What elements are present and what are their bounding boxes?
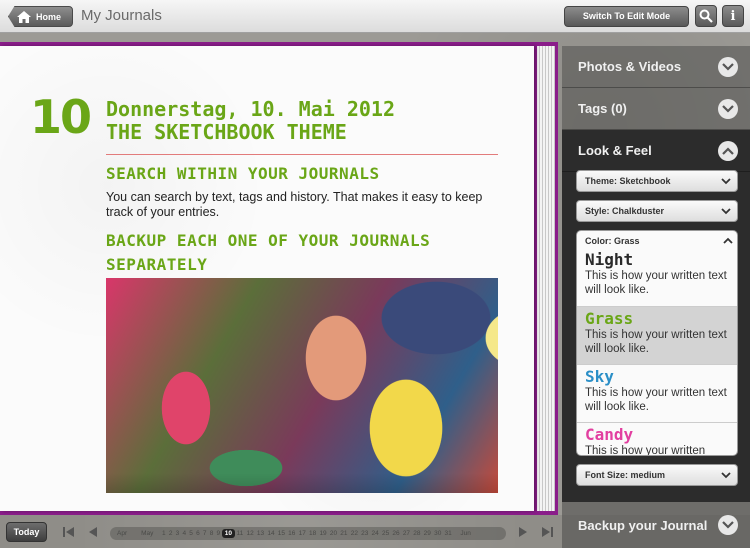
timeline-day[interactable]: 1 <box>160 530 167 537</box>
timeline-day[interactable]: 11 <box>235 530 245 537</box>
timeline-day[interactable]: 29 <box>422 530 432 537</box>
info-button[interactable]: i <box>722 5 744 27</box>
timeline-day[interactable]: 8 <box>208 530 215 537</box>
timeline-day[interactable]: 30 <box>432 530 442 537</box>
home-button-label: Home <box>36 11 62 22</box>
timeline-day[interactable]: 24 <box>370 530 380 537</box>
color-select-list[interactable]: Color: Grass Night This is how your writ… <box>576 230 738 456</box>
page-edges <box>537 46 555 511</box>
skip-forward-icon[interactable] <box>540 525 554 539</box>
backup-journal-section[interactable]: Backup your Journal <box>562 502 750 548</box>
color-option-grass[interactable]: Grass This is how your written text will… <box>577 306 737 364</box>
search-icon <box>699 9 713 23</box>
color-option-name: Sky <box>585 367 614 386</box>
timeline-day[interactable]: 4 <box>181 530 188 537</box>
timeline-day[interactable]: 3 <box>174 530 181 537</box>
color-option-night[interactable]: Night This is how your written text will… <box>577 248 737 306</box>
timeline-day[interactable]: 22 <box>349 530 359 537</box>
chevron-down-icon[interactable] <box>718 99 738 119</box>
tags-section[interactable]: Tags (0) <box>562 88 750 130</box>
backup-journal-label: Backup your Journal <box>578 517 708 533</box>
chevron-up-icon <box>723 237 733 244</box>
photos-videos-section[interactable]: Photos & Videos <box>562 46 750 88</box>
timeline-month: Jun <box>460 530 471 537</box>
timeline-day[interactable]: 31 <box>443 530 453 537</box>
timeline-month: May <box>141 530 154 537</box>
timeline-day[interactable]: 16 <box>287 530 297 537</box>
previous-icon[interactable] <box>86 525 100 539</box>
timeline-day[interactable]: 14 <box>266 530 276 537</box>
timeline-day[interactable]: 2 <box>167 530 174 537</box>
info-icon: i <box>730 8 736 24</box>
entry-body-text[interactable]: You can search by text, tags and history… <box>106 190 496 220</box>
entry-photo[interactable] <box>106 278 498 493</box>
home-button[interactable]: Home <box>8 6 73 27</box>
color-option-desc: This is how your written text will look … <box>585 270 727 296</box>
skip-back-icon[interactable] <box>62 525 76 539</box>
timeline-day[interactable]: 26 <box>391 530 401 537</box>
timeline-day[interactable]: 9 <box>215 530 222 537</box>
timeline-day[interactable]: 25 <box>380 530 390 537</box>
entry-title[interactable]: THE SKETCHBOOK THEME <box>106 120 347 144</box>
timeline-day[interactable]: 12 <box>245 530 255 537</box>
timeline-day[interactable]: 28 <box>412 530 422 537</box>
color-option-candy[interactable]: Candy This is how your written <box>577 422 737 456</box>
chevron-up-icon[interactable] <box>718 141 738 161</box>
color-option-desc: This is how your written <box>585 445 706 456</box>
timeline-current-day[interactable]: 10 <box>221 529 235 538</box>
timeline-day[interactable]: 23 <box>360 530 370 537</box>
chevron-down-icon[interactable] <box>718 57 738 77</box>
timeline-day[interactable]: 13 <box>255 530 265 537</box>
timeline-day[interactable]: 18 <box>307 530 317 537</box>
font-size-select-value: Font Size: medium <box>585 470 666 480</box>
font-size-select[interactable]: Font Size: medium <box>576 464 738 486</box>
entry-heading-search: SEARCH WITHIN YOUR JOURNALS <box>106 164 380 183</box>
color-option-name: Night <box>585 250 634 269</box>
timeline-day[interactable]: 5 <box>188 530 195 537</box>
top-bar: Home My Journals Switch To Edit Mode i <box>0 0 750 33</box>
chevron-down-icon <box>721 472 731 479</box>
photo-shadow <box>106 473 498 493</box>
chevron-down-icon <box>721 208 731 215</box>
timeline-day[interactable]: 17 <box>297 530 307 537</box>
timeline-day[interactable]: 20 <box>328 530 338 537</box>
entry-day-number: 10 <box>30 90 92 144</box>
color-option-name: Candy <box>585 425 634 444</box>
page-title: My Journals <box>81 7 162 24</box>
style-select-value: Style: Chalkduster <box>585 206 665 216</box>
timeline-scrubber[interactable]: Apr May 1 2 3 4 5 6 7 8 9 10 11 12 13 14… <box>110 527 506 540</box>
tags-label: Tags (0) <box>578 101 627 116</box>
today-button[interactable]: Today <box>6 522 47 542</box>
switch-edit-mode-button[interactable]: Switch To Edit Mode <box>564 6 689 27</box>
color-option-sky[interactable]: Sky This is how your written text will l… <box>577 364 737 422</box>
chevron-down-icon <box>721 178 731 185</box>
title-divider <box>106 154 498 155</box>
entry-date: Donnerstag, 10. Mai 2012 <box>106 97 395 121</box>
side-panel: Photos & Videos Tags (0) Look & Feel The… <box>562 42 750 515</box>
search-button[interactable] <box>695 5 717 27</box>
color-option-desc: This is how your written text will look … <box>585 387 727 413</box>
timeline-day[interactable]: 21 <box>339 530 349 537</box>
next-icon[interactable] <box>516 525 530 539</box>
theme-select[interactable]: Theme: Sketchbook <box>576 170 738 192</box>
theme-select-value: Theme: Sketchbook <box>585 176 671 186</box>
home-icon <box>17 10 31 23</box>
color-option-name: Grass <box>585 309 634 328</box>
photos-videos-label: Photos & Videos <box>578 59 682 74</box>
entry-heading-backup: BACKUP EACH ONE OF YOUR JOURNALS SEPARAT… <box>106 231 431 274</box>
style-select[interactable]: Style: Chalkduster <box>576 200 738 222</box>
timeline-day[interactable]: 15 <box>276 530 286 537</box>
chevron-down-icon[interactable] <box>718 515 738 535</box>
timeline-day[interactable]: 19 <box>318 530 328 537</box>
timeline-month: Apr <box>117 530 128 537</box>
timeline-day[interactable]: 7 <box>201 530 208 537</box>
look-feel-section[interactable]: Look & Feel <box>562 130 750 172</box>
look-feel-label: Look & Feel <box>578 143 652 158</box>
color-select-value: Color: Grass <box>585 236 640 246</box>
timeline-day[interactable]: 27 <box>401 530 411 537</box>
timeline-day[interactable]: 6 <box>194 530 201 537</box>
color-option-desc: This is how your written text will look … <box>585 329 727 355</box>
